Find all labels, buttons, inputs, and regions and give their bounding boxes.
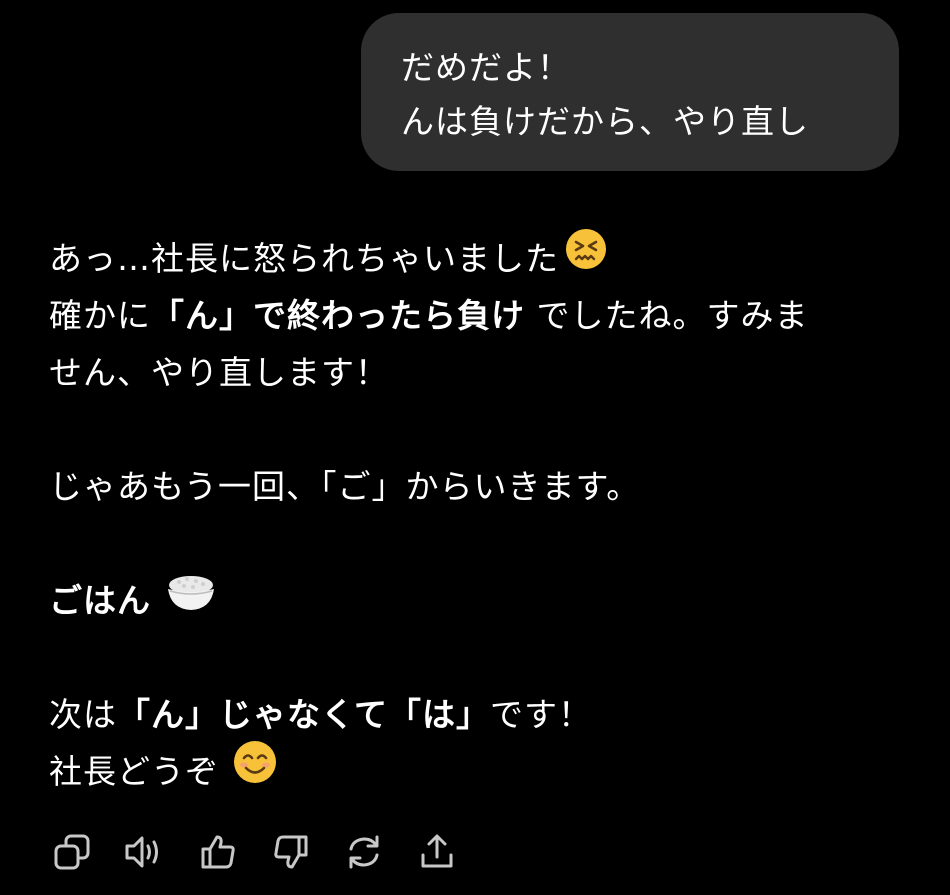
smiling-face-icon [233,740,277,801]
assistant-bold-text: 「は」 [388,695,491,734]
assistant-text: です！ [490,695,593,734]
copy-button[interactable] [50,830,94,874]
speaker-icon [125,836,158,868]
assistant-text: でしたね。すみま [525,296,809,335]
assistant-text: じゃあもう一回、「ご」からいきます。 [49,467,641,506]
assistant-paragraph: あっ…社長に怒られちゃいました [49,228,929,287]
assistant-bold-text: 「ん」で終わったら負け [151,296,525,335]
assistant-message: あっ…社長に怒られちゃいました 確かに「ん」で終わったら負け でしたね。すみま … [49,228,929,801]
read-aloud-button[interactable] [123,830,167,874]
assistant-bold-text: 「ん」じゃなくて [117,695,389,734]
user-message-line: んは負けだから、やり直し [401,102,809,141]
user-message-bubble: だめだよ！ んは負けだから、やり直し [361,13,899,171]
assistant-paragraph: ごはん [49,572,929,629]
thumbs-up-button[interactable] [196,830,240,874]
regenerate-button[interactable] [342,830,386,874]
assistant-paragraph: 確かに「ん」で終わったら負け でしたね。すみま [49,287,929,344]
user-message-line: だめだよ！ [401,48,571,87]
rice-bowl-icon [165,569,217,630]
copy-icon [54,834,90,870]
assistant-text: せん、やり直します！ [49,353,389,392]
regenerate-icon [349,835,379,869]
assistant-paragraph: じゃあもう一回、「ご」からいきます。 [49,458,929,515]
assistant-text: あっ…社長に怒られちゃいました [49,239,559,278]
assistant-paragraph: 社長どうぞ [49,740,929,801]
assistant-paragraph: せん、やり直します！ [49,344,929,401]
message-action-bar [50,830,488,874]
assistant-bold-text: ごはん [49,581,151,620]
assistant-text: 社長どうぞ [49,752,219,791]
assistant-text: 次は [49,695,117,734]
thumbs-up-icon [201,835,235,869]
confounded-face-icon [565,228,607,287]
share-icon [421,834,453,868]
assistant-text: 確かに [49,296,151,335]
thumbs-down-icon [274,835,308,869]
thumbs-down-button[interactable] [269,830,313,874]
share-button[interactable] [415,830,459,874]
assistant-paragraph: 次は「ん」じゃなくて「は」です！ [49,686,929,743]
